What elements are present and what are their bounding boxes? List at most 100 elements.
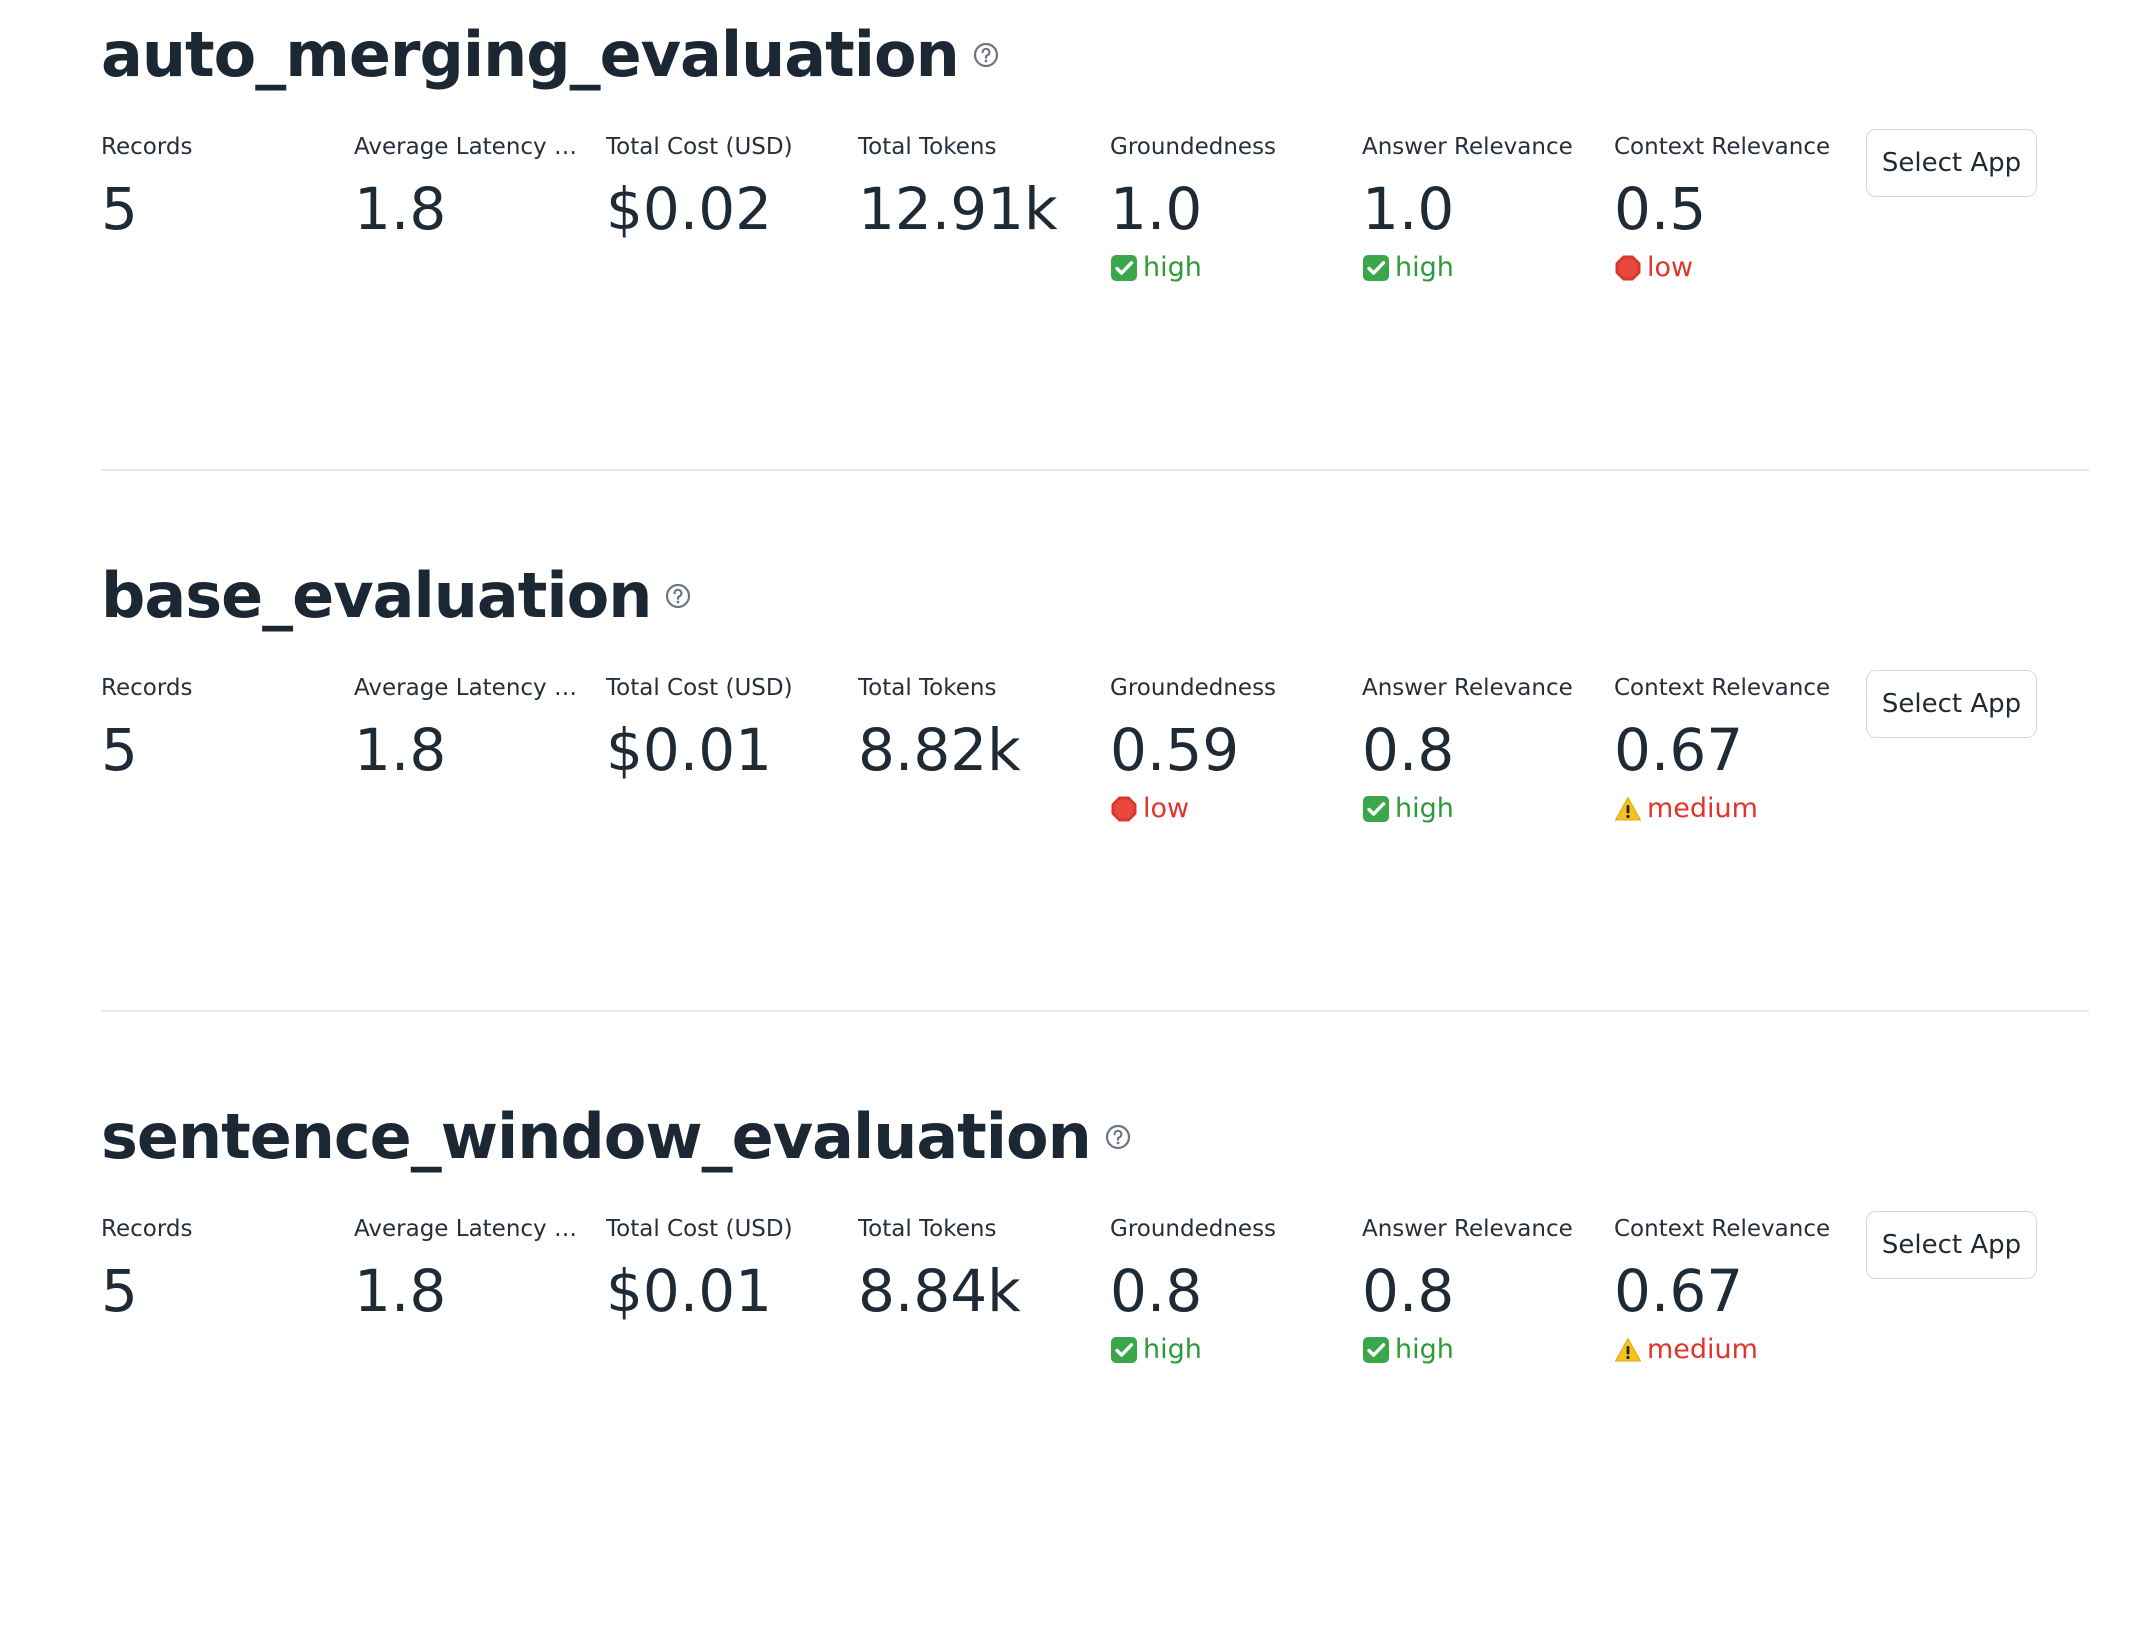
metric-average-latency: Average Latency (Seconds) 1.8 [354, 1212, 594, 1326]
app-title: sentence_window_evaluation [101, 1100, 1092, 1173]
status-text: medium [1647, 793, 1758, 824]
status-badge: high [1110, 1332, 1350, 1368]
metric-value: 8.84k [858, 1257, 1021, 1325]
status-text: high [1143, 252, 1202, 283]
metric-average-latency: Average Latency (Seconds) 1.8 [354, 130, 594, 244]
metric-records: Records 5 [101, 130, 341, 244]
status-text: high [1395, 252, 1454, 283]
select-app-button[interactable]: Select App [1866, 129, 2037, 197]
app-title-row: auto_merging_evaluation [101, 5, 999, 105]
metric-total-tokens: Total Tokens 12.91k [858, 130, 1098, 244]
metric-average-latency: Average Latency (Seconds) 1.8 [354, 671, 594, 785]
metric-label: Answer Relevance [1362, 134, 1573, 160]
metric-value: 0.67 [1614, 716, 1744, 784]
metric-label: Answer Relevance [1362, 675, 1573, 701]
metric-label: Total Cost (USD) [606, 675, 793, 701]
warning-icon [1614, 795, 1642, 823]
metric-value: 1.8 [354, 716, 447, 784]
metric-total-tokens: Total Tokens 8.84k [858, 1212, 1098, 1326]
status-badge: high [1110, 250, 1350, 286]
metric-label: Context Relevance [1614, 134, 1831, 160]
question-circle-icon[interactable] [973, 42, 999, 68]
status-text: high [1395, 793, 1454, 824]
check-mark-icon [1362, 1336, 1390, 1364]
metric-label: Average Latency (Seconds) [354, 1216, 579, 1242]
metric-value: 8.82k [858, 716, 1021, 784]
metric-value: 0.5 [1614, 175, 1707, 243]
app-title-row: sentence_window_evaluation [101, 1087, 1131, 1187]
metric-context-relevance: Context Relevance 0.5 low [1614, 130, 1854, 286]
status-badge: medium [1614, 1332, 1854, 1368]
app-section-sentence-window: sentence_window_evaluation Records 5 Ave… [101, 1087, 2101, 1627]
metric-value: $0.02 [606, 175, 773, 243]
metric-value: 0.8 [1362, 1257, 1455, 1325]
metric-value: 0.8 [1362, 716, 1455, 784]
metric-answer-relevance: Answer Relevance 0.8 high [1362, 671, 1602, 827]
metric-context-relevance: Context Relevance 0.67 medium [1614, 1212, 1854, 1368]
metric-records: Records 5 [101, 1212, 341, 1326]
question-circle-icon[interactable] [665, 583, 691, 609]
metric-value: 0.67 [1614, 1257, 1744, 1325]
check-mark-icon [1110, 1336, 1138, 1364]
metric-label: Records [101, 1216, 193, 1242]
status-badge: low [1110, 791, 1350, 827]
app-section-auto-merging: auto_merging_evaluation Records 5 Averag… [101, 5, 2101, 545]
app-title: auto_merging_evaluation [101, 18, 960, 91]
metric-value: 5 [101, 1257, 138, 1325]
status-text: high [1143, 1334, 1202, 1365]
metric-label: Records [101, 134, 193, 160]
metric-groundedness: Groundedness 0.8 high [1110, 1212, 1350, 1368]
section-divider [101, 1010, 2089, 1012]
status-text: low [1143, 793, 1190, 824]
metric-value: 1.8 [354, 175, 447, 243]
select-app-button[interactable]: Select App [1866, 670, 2037, 738]
metric-total-cost: Total Cost (USD) $0.01 [606, 1212, 846, 1326]
metric-value: 5 [101, 175, 138, 243]
metric-total-cost: Total Cost (USD) $0.02 [606, 130, 846, 244]
metric-label: Groundedness [1110, 134, 1277, 160]
metric-total-cost: Total Cost (USD) $0.01 [606, 671, 846, 785]
metric-value: 1.0 [1110, 175, 1203, 243]
metric-answer-relevance: Answer Relevance 1.0 high [1362, 130, 1602, 286]
metric-value: 5 [101, 716, 138, 784]
app-title: base_evaluation [101, 559, 652, 632]
status-text: high [1395, 1334, 1454, 1365]
app-section-base: base_evaluation Records 5 Average Latenc… [101, 546, 2101, 1086]
metric-groundedness: Groundedness 0.59 low [1110, 671, 1350, 827]
status-badge: low [1614, 250, 1854, 286]
metric-value: 12.91k [858, 175, 1058, 243]
metric-value: $0.01 [606, 1257, 773, 1325]
status-badge: high [1362, 250, 1602, 286]
question-circle-icon[interactable] [1105, 1124, 1131, 1150]
metric-records: Records 5 [101, 671, 341, 785]
select-app-button[interactable]: Select App [1866, 1211, 2037, 1279]
stop-sign-icon [1614, 254, 1642, 282]
check-mark-icon [1362, 254, 1390, 282]
metric-label: Total Tokens [858, 134, 997, 160]
metric-label: Total Tokens [858, 1216, 997, 1242]
metric-label: Average Latency (Seconds) [354, 134, 579, 160]
metric-value: 0.59 [1110, 716, 1240, 784]
metric-label: Groundedness [1110, 1216, 1277, 1242]
metric-groundedness: Groundedness 1.0 high [1110, 130, 1350, 286]
metric-label: Context Relevance [1614, 1216, 1831, 1242]
metric-value: $0.01 [606, 716, 773, 784]
metric-label: Total Cost (USD) [606, 134, 793, 160]
metric-label: Groundedness [1110, 675, 1277, 701]
section-divider [101, 469, 2089, 471]
metric-value: 1.0 [1362, 175, 1455, 243]
check-mark-icon [1110, 254, 1138, 282]
metric-label: Context Relevance [1614, 675, 1831, 701]
stop-sign-icon [1110, 795, 1138, 823]
metric-value: 1.8 [354, 1257, 447, 1325]
app-title-row: base_evaluation [101, 546, 691, 646]
status-text: low [1647, 252, 1694, 283]
metric-context-relevance: Context Relevance 0.67 medium [1614, 671, 1854, 827]
status-badge: high [1362, 791, 1602, 827]
metric-label: Average Latency (Seconds) [354, 675, 579, 701]
status-badge: medium [1614, 791, 1854, 827]
metric-value: 0.8 [1110, 1257, 1203, 1325]
metric-label: Records [101, 675, 193, 701]
metric-label: Answer Relevance [1362, 1216, 1573, 1242]
metric-answer-relevance: Answer Relevance 0.8 high [1362, 1212, 1602, 1368]
